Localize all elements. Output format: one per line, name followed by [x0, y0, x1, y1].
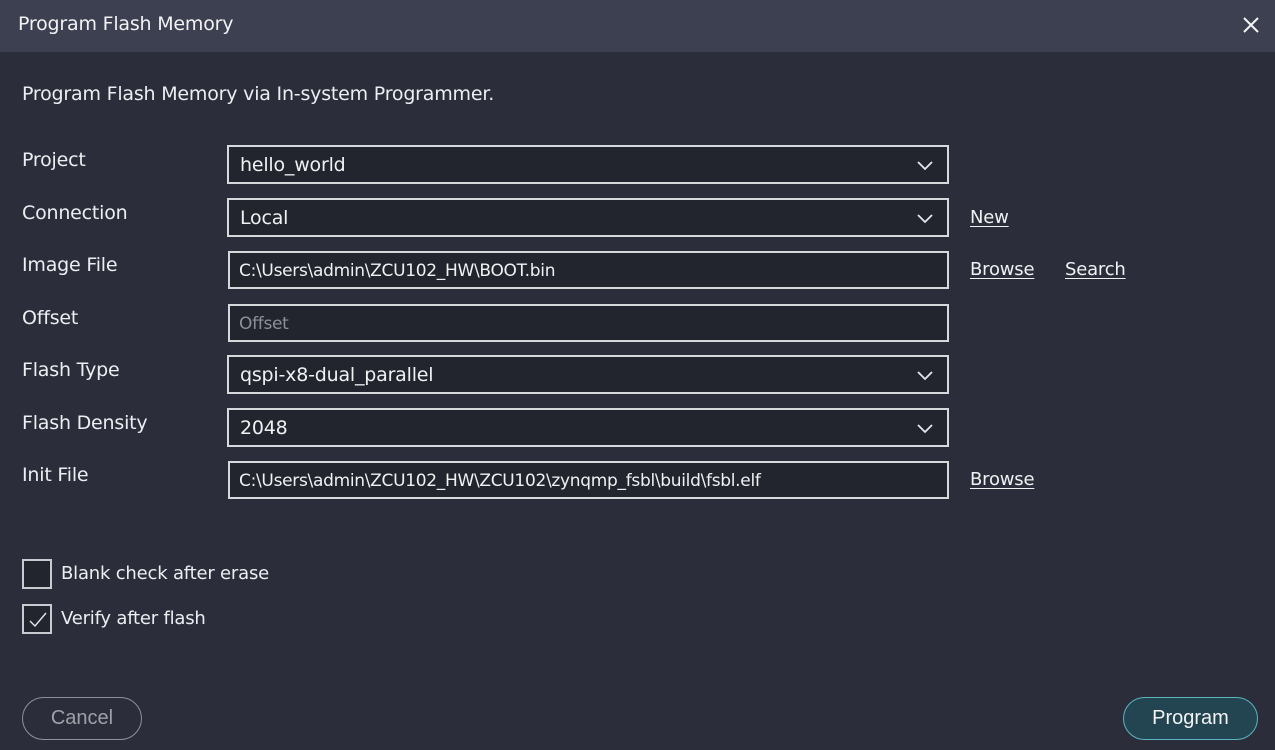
image-file-value: C:\Users\admin\ZCU102_HW\BOOT.bin: [239, 261, 556, 281]
flash-density-value: 2048: [240, 417, 288, 439]
close-button[interactable]: [1239, 13, 1263, 37]
image-file-label: Image File: [22, 254, 118, 276]
dialog-titlebar: Program Flash Memory: [0, 0, 1275, 52]
project-label: Project: [22, 149, 86, 171]
init-file-label: Init File: [22, 464, 89, 486]
dialog-description: Program Flash Memory via In-system Progr…: [22, 83, 495, 105]
flash-density-select[interactable]: 2048: [227, 408, 949, 447]
connection-value: Local: [240, 207, 289, 229]
flash-type-value: qspi-x8-dual_parallel: [240, 364, 434, 386]
program-button[interactable]: Program: [1123, 697, 1258, 740]
chevron-down-icon: [917, 214, 933, 224]
verify-checkbox[interactable]: [22, 604, 52, 634]
flash-type-select[interactable]: qspi-x8-dual_parallel: [227, 355, 949, 394]
checkmark-icon: [29, 612, 47, 628]
verify-label[interactable]: Verify after flash: [61, 608, 206, 629]
cancel-button[interactable]: Cancel: [22, 697, 142, 740]
offset-input[interactable]: Offset: [228, 304, 949, 342]
offset-label: Offset: [22, 307, 79, 329]
chevron-down-icon: [917, 424, 933, 434]
blank-check-label[interactable]: Blank check after erase: [61, 563, 269, 584]
connection-select[interactable]: Local: [227, 198, 949, 237]
chevron-down-icon: [917, 371, 933, 381]
new-connection-link[interactable]: New: [970, 207, 1009, 228]
init-file-browse-link[interactable]: Browse: [970, 469, 1035, 490]
flash-type-label: Flash Type: [22, 359, 120, 381]
connection-label: Connection: [22, 202, 128, 224]
chevron-down-icon: [917, 161, 933, 171]
flash-density-label: Flash Density: [22, 412, 148, 434]
project-select[interactable]: hello_world: [227, 145, 949, 184]
close-icon: [1243, 17, 1259, 33]
image-file-browse-link[interactable]: Browse: [970, 259, 1035, 280]
blank-check-checkbox[interactable]: [22, 559, 52, 589]
init-file-value: C:\Users\admin\ZCU102_HW\ZCU102\zynqmp_f…: [239, 471, 761, 491]
project-value: hello_world: [240, 154, 346, 176]
dialog-title: Program Flash Memory: [18, 13, 234, 35]
offset-placeholder: Offset: [239, 314, 289, 334]
image-file-input[interactable]: C:\Users\admin\ZCU102_HW\BOOT.bin: [228, 251, 949, 289]
init-file-input[interactable]: C:\Users\admin\ZCU102_HW\ZCU102\zynqmp_f…: [228, 461, 949, 499]
image-file-search-link[interactable]: Search: [1065, 259, 1126, 280]
